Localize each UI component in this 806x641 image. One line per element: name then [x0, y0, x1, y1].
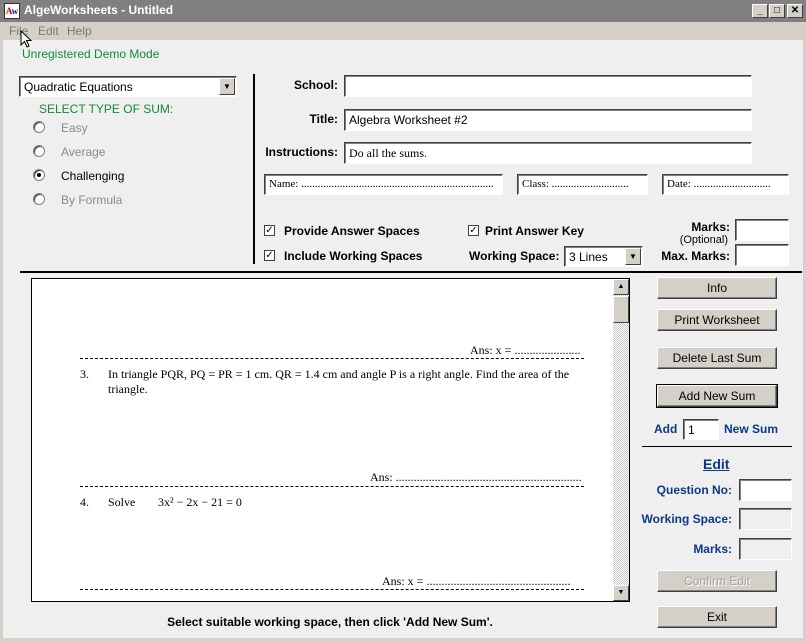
- topic-select[interactable]: Quadratic Equations ▼: [19, 76, 237, 97]
- menu-bar: File Edit Help: [0, 22, 806, 40]
- max-marks-label: Max. Marks:: [661, 249, 730, 263]
- sum-type-heading: SELECT TYPE OF SUM:: [39, 102, 174, 116]
- status-message: Select suitable working space, then clic…: [167, 615, 493, 629]
- answer-line: Ans: x = ......................: [470, 343, 581, 357]
- question-number: 4.: [80, 495, 89, 509]
- vertical-divider: [253, 74, 255, 264]
- minimize-icon[interactable]: _: [752, 4, 768, 18]
- marks-optional-label: (Optional): [679, 234, 728, 246]
- radio-challenging-label[interactable]: Challenging: [61, 169, 124, 183]
- mouse-cursor-icon: [20, 30, 33, 48]
- menu-edit[interactable]: Edit: [38, 24, 59, 38]
- name-field[interactable]: Name: ..................................…: [264, 174, 503, 195]
- question-verb: Solve: [108, 495, 136, 509]
- chevron-down-icon[interactable]: ▼: [219, 78, 235, 95]
- edit-heading: Edit: [703, 456, 730, 472]
- radio-easy[interactable]: [33, 121, 45, 133]
- edit-marks-label: Marks:: [693, 542, 732, 556]
- max-marks-input[interactable]: [735, 244, 789, 266]
- worksheet-scrollbar[interactable]: ▲ ▼: [613, 279, 629, 601]
- radio-by-formula-label[interactable]: By Formula: [61, 193, 122, 207]
- confirm-edit-button[interactable]: Confirm Edit: [657, 570, 777, 592]
- exit-button[interactable]: Exit: [657, 606, 777, 628]
- check-icon: ✓: [265, 225, 274, 236]
- question-divider: [80, 486, 584, 487]
- marks-input[interactable]: [735, 219, 789, 241]
- add-new-sum-button[interactable]: Add New Sum: [656, 384, 778, 408]
- answer-line: Ans: ...................................…: [370, 470, 582, 484]
- menu-help[interactable]: Help: [67, 24, 92, 38]
- question-divider: [80, 358, 584, 359]
- scroll-thumb[interactable]: [613, 296, 629, 323]
- info-button[interactable]: Info: [657, 277, 777, 299]
- chevron-down-icon[interactable]: ▼: [625, 248, 641, 265]
- check-icon: ✓: [265, 250, 274, 261]
- radio-average-label[interactable]: Average: [61, 145, 105, 159]
- question-no-label: Question No:: [656, 483, 732, 497]
- edit-working-space-label: Working Space:: [641, 512, 732, 526]
- question-text: In triangle PQR, PQ = PR = 1 cm. QR = 1.…: [108, 367, 570, 381]
- school-label: School:: [294, 78, 338, 92]
- question-text-cont: triangle.: [108, 382, 148, 396]
- check-icon: ✓: [469, 225, 478, 236]
- provide-answer-spaces-checkbox[interactable]: ✓: [264, 225, 275, 236]
- title-bar: Aw AlgeWorksheets - Untitled _ □ ✕: [0, 0, 806, 22]
- print-answer-key-label[interactable]: Print Answer Key: [485, 224, 584, 238]
- add-count-input[interactable]: 1: [683, 419, 719, 440]
- working-space-select[interactable]: 3 Lines ▼: [564, 246, 643, 267]
- school-input[interactable]: [344, 75, 752, 97]
- add-count-suffix: New Sum: [724, 422, 779, 436]
- title-input[interactable]: Algebra Worksheet #2: [344, 109, 752, 131]
- horizontal-divider: [20, 271, 802, 273]
- app-logo-icon: Aw: [4, 3, 20, 19]
- answer-line: Ans: x = ...............................…: [382, 574, 571, 588]
- print-answer-key-checkbox[interactable]: ✓: [468, 225, 479, 236]
- scroll-down-icon[interactable]: ▼: [613, 585, 629, 601]
- radio-by-formula[interactable]: [33, 193, 45, 205]
- print-worksheet-button[interactable]: Print Worksheet: [657, 309, 777, 331]
- question-equation: 3x² − 2x − 21 = 0: [158, 495, 242, 509]
- topic-select-value: Quadratic Equations: [24, 80, 133, 94]
- maximize-icon[interactable]: □: [769, 4, 785, 18]
- question-number: 3.: [80, 367, 89, 381]
- question-no-input[interactable]: [739, 479, 792, 501]
- demo-mode-label: Unregistered Demo Mode: [22, 47, 160, 61]
- add-count-prefix: Add: [654, 422, 678, 436]
- include-working-spaces-label[interactable]: Include Working Spaces: [284, 249, 422, 263]
- class-field[interactable]: Class: ............................: [517, 174, 648, 195]
- working-space-value: 3 Lines: [569, 250, 608, 264]
- radio-average[interactable]: [33, 145, 45, 157]
- edit-divider: [642, 446, 792, 447]
- instructions-input[interactable]: Do all the sums.: [344, 142, 752, 164]
- date-field[interactable]: Date: ............................: [662, 174, 789, 195]
- window-title: AlgeWorksheets - Untitled: [24, 3, 174, 17]
- edit-working-space-input[interactable]: [739, 508, 792, 530]
- marks-label: Marks:: [691, 220, 730, 234]
- close-icon[interactable]: ✕: [787, 4, 803, 18]
- title-label: Title:: [309, 112, 338, 126]
- question-divider: [80, 589, 584, 590]
- include-working-spaces-checkbox[interactable]: ✓: [264, 250, 275, 261]
- working-space-label: Working Space:: [469, 249, 560, 263]
- scroll-up-icon[interactable]: ▲: [613, 279, 629, 295]
- radio-challenging[interactable]: [33, 169, 45, 181]
- delete-last-sum-button[interactable]: Delete Last Sum: [657, 347, 777, 369]
- provide-answer-spaces-label[interactable]: Provide Answer Spaces: [284, 224, 420, 238]
- radio-easy-label[interactable]: Easy: [61, 121, 88, 135]
- edit-marks-input[interactable]: [739, 538, 792, 560]
- instructions-label: Instructions:: [265, 145, 338, 159]
- worksheet-preview[interactable]: Ans: x = ...................... 3. In tr…: [31, 278, 630, 602]
